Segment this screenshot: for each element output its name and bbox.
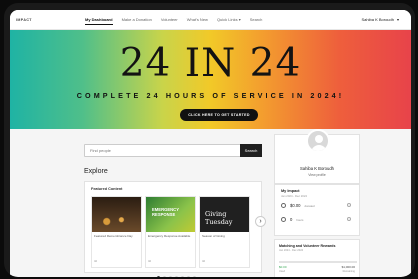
info-icon[interactable]	[347, 203, 351, 207]
tile-overlay-text: EMERGENCY RESPONSE	[152, 207, 179, 217]
featured-tile[interactable]: EMERGENCY RESPONSE Emergency Response Av…	[145, 196, 196, 268]
tile-caption: Emergency Response Available	[148, 234, 191, 238]
hours-label: hours	[296, 217, 304, 222]
featured-content-card: Featured Content Featured Remembrance Da…	[84, 181, 262, 273]
tile-meta: 3d	[202, 259, 206, 263]
profile-card: Sahiba K Boroudh View profile	[274, 129, 360, 184]
donated-amount: $0.00	[290, 203, 301, 208]
carousel-dot[interactable]	[193, 276, 196, 277]
profile-name: Sahiba K Boroudh	[300, 166, 334, 171]
info-icon[interactable]	[347, 217, 351, 221]
hero-banner: 24 IN 24 COMPLETE 24 HOURS OF SERVICE IN…	[10, 30, 411, 129]
donated-row: $0.00 donated	[281, 203, 351, 208]
nav-whats-new[interactable]: What's New	[187, 17, 208, 25]
candles-image	[92, 197, 141, 232]
nav-make-donation[interactable]: Make a Donation	[122, 17, 152, 25]
impact-period: Jan 2024 - Dec 2024	[281, 194, 307, 198]
get-started-button[interactable]: CLICK HERE TO GET STARTED	[180, 109, 258, 121]
matching-rewards-card: Matching and Volunteer Rewards Jan 2024 …	[274, 239, 360, 277]
matching-used-label: Used	[279, 270, 286, 273]
matching-total-amount: $1,000.00	[341, 265, 355, 269]
my-impact-card: My Impact Jan 2024 - Dec 2024 $0.00 dona…	[274, 184, 360, 236]
chevron-down-icon: ▾	[396, 17, 399, 22]
hero-subtitle: COMPLETE 24 HOURS OF SERVICE IN 2024!	[76, 91, 345, 100]
matching-remaining-label: Remaining	[342, 270, 355, 273]
nav-volunteer[interactable]: Volunteer	[161, 17, 178, 25]
impact-title: My Impact	[281, 189, 300, 193]
carousel-dot[interactable]	[175, 276, 178, 277]
nav-quick-links[interactable]: Quick Links ▾	[217, 17, 241, 25]
featured-content-title: Featured Content	[91, 187, 123, 191]
hours-amount: 0	[290, 217, 293, 222]
brand-logo[interactable]: IMPACT	[16, 18, 32, 22]
avatar[interactable]	[306, 129, 330, 153]
explore-heading: Explore	[84, 168, 108, 175]
matching-progress-bar	[279, 261, 357, 263]
carousel-dot[interactable]	[187, 276, 190, 277]
carousel-dots	[157, 276, 196, 277]
heart-icon	[281, 203, 286, 208]
carousel-dot[interactable]	[163, 276, 166, 277]
emergency-response-image: EMERGENCY RESPONSE	[146, 197, 195, 232]
hero-title: 24 IN 24	[119, 41, 302, 86]
device-frame: IMPACT My Dashboard Make a Donation Volu…	[4, 3, 415, 277]
view-profile-link[interactable]: View profile	[275, 173, 359, 177]
carousel-dot[interactable]	[169, 276, 172, 277]
matching-used-amount: $0.00	[279, 265, 287, 269]
user-menu[interactable]: Sahiba K Boroudh ▾	[362, 17, 399, 22]
top-nav: IMPACT My Dashboard Make a Donation Volu…	[10, 10, 411, 30]
matching-title: Matching and Volunteer Rewards	[279, 244, 336, 248]
chevron-right-icon[interactable]: ›	[255, 216, 266, 227]
giving-tuesday-image: Giving Tuesday	[200, 197, 249, 232]
featured-tiles: Featured Remembrance Day 3d EMERGENCY RE…	[91, 196, 250, 268]
tile-meta: 3d	[148, 259, 152, 263]
featured-tile[interactable]: Giving Tuesday Season of Giving 3d	[199, 196, 250, 268]
featured-tile[interactable]: Featured Remembrance Day 3d	[91, 196, 142, 268]
tile-meta: 3d	[94, 259, 98, 263]
nav-links: My Dashboard Make a Donation Volunteer W…	[85, 17, 262, 25]
carousel-dot[interactable]	[181, 276, 184, 277]
search-button[interactable]: Search	[240, 144, 262, 157]
search-input[interactable]	[90, 148, 230, 153]
clock-icon	[281, 217, 286, 222]
tile-caption: Season of Giving	[202, 234, 225, 238]
people-search: Search	[84, 144, 262, 157]
user-name: Sahiba K Boroudh	[361, 17, 394, 22]
tile-caption: Featured Remembrance Day	[94, 234, 133, 238]
nav-my-dashboard[interactable]: My Dashboard	[85, 17, 113, 25]
matching-period: Jan 2024 - Dec 2024	[279, 249, 304, 252]
tile-overlay-text: Giving Tuesday	[205, 210, 233, 226]
carousel-dot[interactable]	[157, 276, 160, 277]
nav-search[interactable]: Search	[250, 17, 263, 25]
app-screen: IMPACT My Dashboard Make a Donation Volu…	[10, 10, 411, 277]
donated-label: donated	[304, 203, 315, 208]
hours-row: 0 hours	[281, 217, 351, 222]
